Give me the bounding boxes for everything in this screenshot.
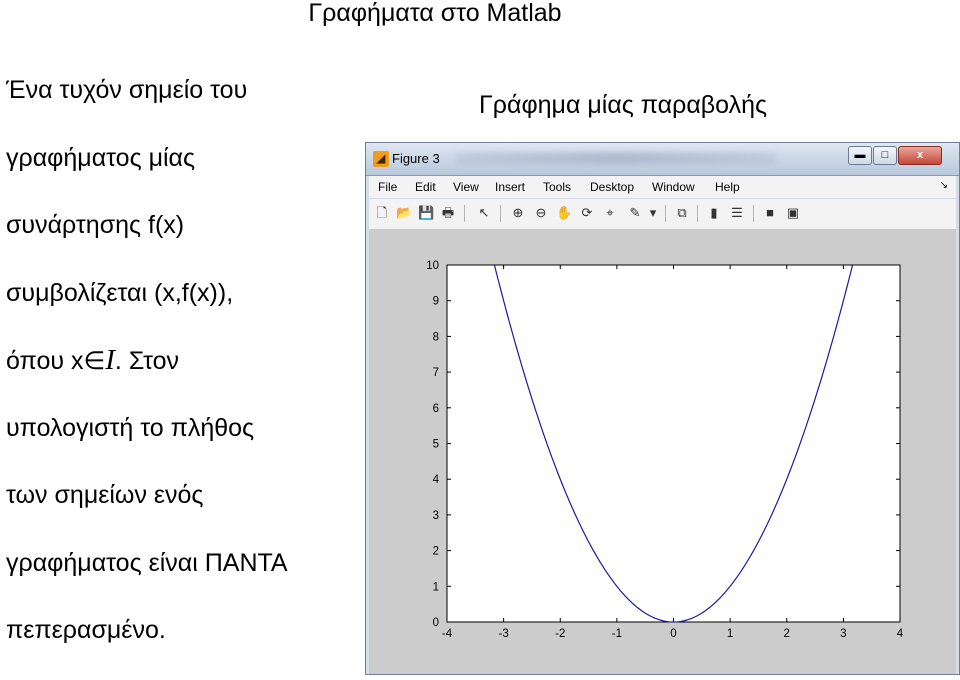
- y-tick-label: 0: [433, 617, 439, 629]
- hide-plot-tools-icon[interactable]: ■: [762, 205, 778, 221]
- element-of-symbol: ∈: [83, 347, 106, 375]
- insert-colorbar-icon[interactable]: ▮: [706, 205, 722, 221]
- toolbar-separator: [464, 205, 465, 222]
- show-plot-tools-icon[interactable]: ▣: [785, 205, 801, 221]
- close-button[interactable]: x: [898, 146, 942, 165]
- text-line-3: συνάρτησης f(x): [6, 211, 185, 239]
- maximize-button[interactable]: □: [873, 146, 897, 165]
- y-tick-label: 7: [433, 367, 439, 379]
- x-tick-label: 2: [784, 628, 790, 640]
- figure-canvas[interactable]: -4 -3 -2 -1 0 1 2 3 4 0 1 2 3 4 5 6 7 8 9 10: [369, 230, 956, 674]
- x-tick-label: -2: [555, 628, 565, 640]
- insert-legend-icon[interactable]: ☰: [729, 205, 745, 221]
- minimize-button[interactable]: ▬: [848, 146, 872, 165]
- toolbar-separator: [500, 205, 501, 222]
- y-tick-label: 2: [433, 546, 439, 558]
- rotate-3d-icon[interactable]: ⟳: [579, 205, 595, 221]
- toolbar-separator: [665, 205, 666, 222]
- x-tick-label: 0: [670, 628, 676, 640]
- y-tick-label: 4: [433, 474, 440, 486]
- figure-toolbar: 🗋 📂 💾 🖶 ↖ ⊕ ⊖ ✋ ⟳ ⌖ ✎ ▾ ⧉ ▮ ☰ ■ ▣: [369, 199, 956, 230]
- y-tick-label: 1: [433, 581, 439, 593]
- y-tick-label: 10: [426, 260, 439, 272]
- text-line-5-suffix: . Στον: [114, 347, 179, 375]
- menu-help[interactable]: Help: [715, 180, 740, 194]
- matlab-logo-icon: ◢: [373, 151, 389, 167]
- brush-dropdown-icon[interactable]: ▾: [645, 205, 661, 221]
- menu-tools[interactable]: Tools: [543, 180, 571, 194]
- x-tick-label: -4: [442, 628, 453, 640]
- y-tick-label: 8: [433, 331, 439, 343]
- brush-icon[interactable]: ✎: [627, 205, 643, 221]
- zoom-in-icon[interactable]: ⊕: [510, 205, 526, 221]
- text-line-1: Ένα τυχόν σημείο του: [6, 76, 248, 104]
- open-file-icon[interactable]: 📂: [396, 205, 412, 221]
- body-text: Ένα τυχόν σημείο του γραφήματος μίας συν…: [6, 72, 366, 680]
- text-line-2: γραφήματος μίας: [6, 143, 196, 172]
- zoom-out-icon[interactable]: ⊖: [533, 205, 549, 221]
- text-line-5-prefix: όπου x: [6, 347, 84, 375]
- menu-window[interactable]: Window: [652, 180, 695, 194]
- link-plot-icon[interactable]: ⧉: [674, 205, 690, 221]
- x-tick-label: 3: [840, 628, 846, 640]
- pan-icon[interactable]: ✋: [556, 205, 572, 221]
- window-title: Figure 3: [392, 151, 440, 166]
- menu-edit[interactable]: Edit: [415, 180, 436, 194]
- text-line-9: πεπερασμένο.: [6, 616, 166, 644]
- text-line-4: συμβολίζεται (x,f(x)),: [6, 278, 234, 307]
- menu-insert[interactable]: Insert: [495, 180, 525, 194]
- y-tick-label: 6: [433, 403, 439, 415]
- toolbar-separator: [697, 205, 698, 222]
- edit-plot-icon[interactable]: ↖: [476, 205, 492, 221]
- figure-caption: Γράφημα μίας παραβολής: [479, 91, 768, 119]
- data-cursor-icon[interactable]: ⌖: [602, 205, 618, 221]
- toolbar-separator: [753, 205, 754, 222]
- y-tick-label: 5: [433, 439, 439, 451]
- y-tick-label: 3: [433, 510, 439, 522]
- print-icon[interactable]: 🖶: [440, 205, 456, 221]
- x-tick-label: 4: [897, 628, 904, 640]
- text-line-7: των σημείων ενός: [6, 481, 204, 509]
- new-figure-icon[interactable]: 🗋: [374, 205, 390, 221]
- text-line-8: γραφήματος είναι ΠΑΝΤΑ: [6, 548, 288, 577]
- menu-file[interactable]: File: [378, 180, 397, 194]
- menu-desktop[interactable]: Desktop: [590, 180, 634, 194]
- y-tick-label: 9: [433, 296, 439, 308]
- matlab-figure-window: ◢ Figure 3 ▬ □ x File Edit View Insert T…: [365, 142, 960, 675]
- dock-arrow-icon[interactable]: ↘: [940, 180, 948, 191]
- set-symbol: I: [105, 344, 115, 376]
- text-line-6: υπολογιστή το πλήθος: [6, 413, 255, 442]
- x-tick-label: -3: [499, 628, 509, 640]
- text-line-5: όπου x∈I. Στον: [6, 342, 366, 410]
- save-icon[interactable]: 💾: [418, 205, 434, 221]
- slide-title: Γραφήματα στο Matlab: [308, 0, 562, 27]
- axes-box: [446, 264, 901, 623]
- x-tick-label: 1: [727, 628, 733, 640]
- menu-view[interactable]: View: [453, 180, 479, 194]
- menu-bar: File Edit View Insert Tools Desktop Wind…: [369, 176, 956, 198]
- window-titlebar[interactable]: ◢ Figure 3 ▬ □ x: [366, 143, 959, 176]
- parabola-plot: -4 -3 -2 -1 0 1 2 3 4 0 1 2 3 4 5 6 7 8 9 10: [426, 260, 904, 640]
- x-tick-label: -1: [612, 628, 622, 640]
- blurred-title-region: [456, 152, 776, 164]
